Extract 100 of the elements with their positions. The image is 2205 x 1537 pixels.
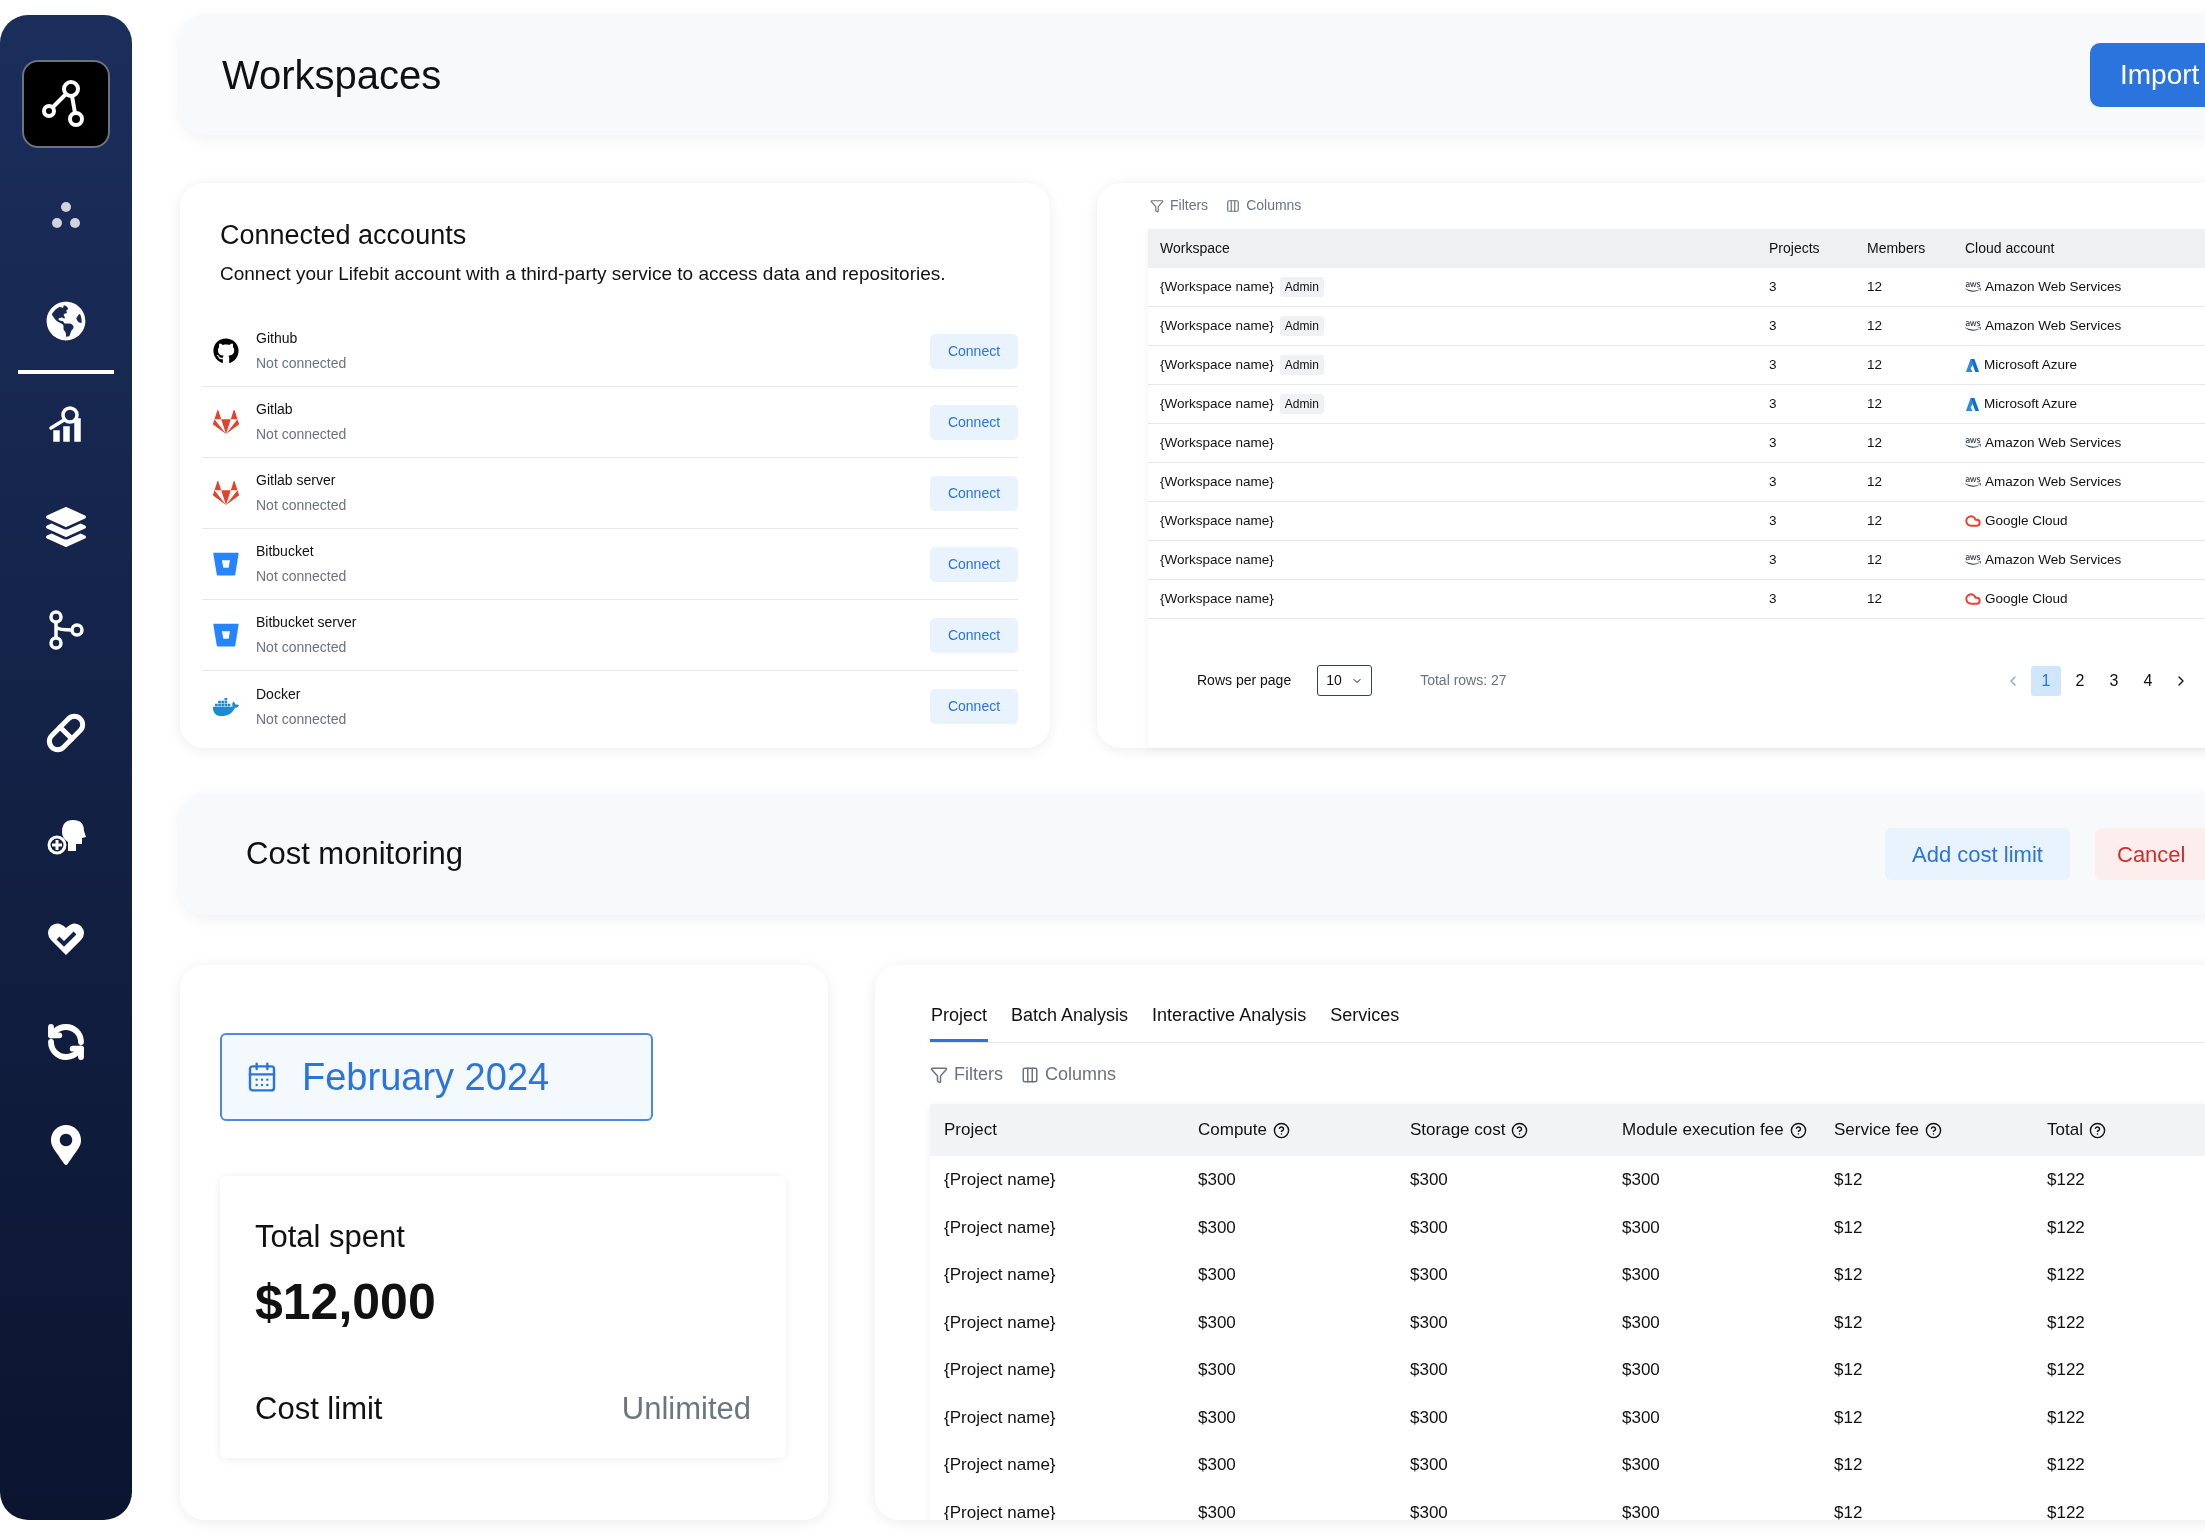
table-cell-text: 3 <box>1769 355 1778 374</box>
page-button[interactable]: 1 <box>2031 665 2061 696</box>
column-header: Storage cost <box>1410 1119 1506 1142</box>
table-cell-text: $12 <box>1834 1454 1864 1476</box>
month-picker[interactable]: February 2024 <box>220 1033 653 1121</box>
column-header: Cloud account <box>1965 239 2056 258</box>
table-cell-text: 3 <box>1769 589 1778 608</box>
connect-button[interactable]: Connect <box>930 546 1018 582</box>
table-cell-text: $122 <box>2047 1359 2086 1381</box>
filter-icon <box>930 1065 948 1084</box>
connect-button[interactable]: Connect <box>930 404 1018 440</box>
total-spent-label: Total spent <box>255 1218 406 1256</box>
cloud-account-name: Microsoft Azure <box>1984 394 2078 413</box>
table-cell-text: 3 <box>1769 472 1778 491</box>
connect-button[interactable]: Connect <box>930 475 1018 511</box>
tab[interactable]: Interactive Analysis <box>1151 1000 1308 1042</box>
tab[interactable]: Project <box>930 1000 989 1042</box>
github-icon <box>213 338 239 364</box>
table-cell-text: 12 <box>1867 316 1884 335</box>
column-header: Members <box>1867 239 1927 258</box>
table-cell-text: $122 <box>2047 1501 2086 1520</box>
columns-button[interactable]: Columns <box>1021 1061 1117 1088</box>
cloud-account-name: Google Cloud <box>1985 511 2068 530</box>
connect-button[interactable]: Connect <box>930 689 1018 724</box>
import-button[interactable]: Import <box>2090 43 2205 107</box>
aws-icon <box>1965 279 1981 295</box>
rows-per-page-label: Rows per page <box>1197 671 1292 690</box>
cloud-icon <box>1965 591 1981 607</box>
page-title: Workspaces <box>222 52 442 99</box>
cloud-icon <box>1965 513 1981 529</box>
table-cell-text: 3 <box>1769 511 1778 530</box>
tab[interactable]: Batch Analysis <box>1010 1000 1130 1042</box>
column-header: Projects <box>1769 239 1821 258</box>
table-cell-text: $300 <box>1622 1359 1661 1381</box>
tab[interactable]: Services <box>1329 1000 1401 1042</box>
table-cell-text: $300 <box>1410 1406 1449 1429</box>
layers-icon <box>46 506 86 547</box>
project-name: {Project name} <box>944 1454 1057 1476</box>
account-name: Bitbucket server <box>256 613 358 632</box>
account-status: Not connected <box>256 425 348 444</box>
cancel-button[interactable]: Cancel <box>2095 828 2205 880</box>
table-cell-text: 12 <box>1867 355 1884 374</box>
table-cell-text: $300 <box>1198 1454 1237 1476</box>
page-button[interactable]: 2 <box>2065 665 2095 696</box>
table-cell-text: $300 <box>1622 1216 1661 1239</box>
table-cell-text: $300 <box>1410 1216 1449 1239</box>
table-cell-text: $300 <box>1410 1359 1449 1381</box>
project-name: {Project name} <box>944 1359 1057 1381</box>
aws-icon <box>1965 552 1981 568</box>
cloud-account-name: Amazon Web Services <box>1985 316 2122 335</box>
bitbucket-icon <box>213 551 239 577</box>
table-cell-text: $122 <box>2047 1264 2086 1286</box>
table-cell-text: $122 <box>2047 1454 2086 1476</box>
filters-button[interactable]: Filters <box>930 1061 1003 1088</box>
table-cell-text: 3 <box>1769 316 1778 335</box>
card-subtitle: Connect your Lifebit account with a third-party service to access data and repositories. <box>220 261 947 286</box>
pill-icon <box>46 712 86 753</box>
table-cell-text: $300 <box>1410 1454 1449 1476</box>
account-status: Not connected <box>256 496 348 515</box>
table-cell-text: $300 <box>1198 1501 1237 1520</box>
rows-per-page-select[interactable]: 10 <box>1317 665 1373 696</box>
page-button[interactable]: 4 <box>2133 665 2163 696</box>
role-badge: Admin <box>1279 277 1324 297</box>
column-header: Total <box>2047 1119 2083 1142</box>
connect-button[interactable]: Connect <box>930 333 1018 369</box>
column-header: Workspace <box>1160 239 1231 258</box>
columns-button[interactable]: Columns <box>1226 195 1302 216</box>
connect-button[interactable]: Connect <box>930 617 1018 653</box>
table-cell-text: $122 <box>2047 1216 2086 1239</box>
table-cell-text: $300 <box>1410 1311 1449 1334</box>
table-cell-text: $300 <box>1622 1264 1661 1286</box>
sync-icon <box>46 1021 86 1062</box>
role-badge: Admin <box>1279 355 1324 375</box>
table-cell-text: $12 <box>1834 1216 1864 1239</box>
project-name: {Project name} <box>944 1264 1057 1286</box>
workspace-name: {Workspace name} <box>1160 316 1274 335</box>
table-cell-text: $300 <box>1198 1359 1237 1381</box>
table-cell-text: $300 <box>1198 1264 1237 1286</box>
gitlab-icon <box>213 409 239 435</box>
total-spent-value: $12,000 <box>255 1272 437 1332</box>
table-cell-text: 3 <box>1769 433 1778 452</box>
table-cell-text: $12 <box>1834 1501 1864 1520</box>
table-cell-text: $300 <box>1410 1169 1449 1191</box>
workspace-name: {Workspace name} <box>1160 511 1274 530</box>
table-cell-text: $12 <box>1834 1311 1864 1334</box>
section-title: Cost monitoring <box>246 834 464 873</box>
column-header: Project <box>944 1119 997 1142</box>
workspace-name: {Workspace name} <box>1160 433 1274 452</box>
table-cell-text: $12 <box>1834 1406 1864 1429</box>
globe-icon <box>46 300 86 341</box>
project-name: {Project name} <box>944 1311 1057 1334</box>
add-cost-limit-button[interactable]: Add cost limit <box>1885 828 2070 880</box>
page-button[interactable]: 3 <box>2099 665 2129 696</box>
table-cell-text: $300 <box>1410 1264 1449 1286</box>
account-status: Not connected <box>256 567 348 586</box>
app-logo[interactable] <box>22 60 110 148</box>
table-cell-text: $300 <box>1198 1169 1237 1191</box>
card-title: Connected accounts <box>220 219 468 252</box>
table-cell-text: $300 <box>1198 1311 1237 1334</box>
filters-button[interactable]: Filters <box>1150 195 1209 216</box>
